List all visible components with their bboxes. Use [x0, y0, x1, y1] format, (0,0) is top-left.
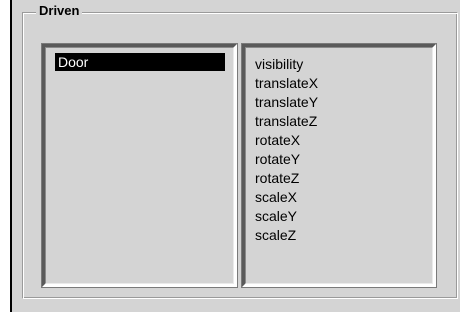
attribute-items: visibility translateX translateY transla… — [255, 55, 318, 245]
attribute-item-scalex[interactable]: scaleX — [255, 188, 318, 207]
driven-objects-list[interactable]: Door — [41, 43, 238, 288]
driven-group-title: Driven — [36, 3, 83, 19]
driven-objects-list-inner — [45, 47, 234, 284]
attribute-item-rotatex[interactable]: rotateX — [255, 131, 318, 150]
driven-attributes-list[interactable]: visibility translateX translateY transla… — [241, 43, 437, 288]
list-item-door[interactable]: Door — [55, 53, 225, 71]
attribute-item-rotatey[interactable]: rotateY — [255, 150, 318, 169]
attribute-item-translatey[interactable]: translateY — [255, 93, 318, 112]
attribute-item-scaley[interactable]: scaleY — [255, 207, 318, 226]
attribute-item-translatex[interactable]: translateX — [255, 74, 318, 93]
attribute-item-scalez[interactable]: scaleZ — [255, 226, 318, 245]
attribute-item-translatez[interactable]: translateZ — [255, 112, 318, 131]
attribute-item-rotatez[interactable]: rotateZ — [255, 169, 318, 188]
attribute-item-visibility[interactable]: visibility — [255, 55, 318, 74]
